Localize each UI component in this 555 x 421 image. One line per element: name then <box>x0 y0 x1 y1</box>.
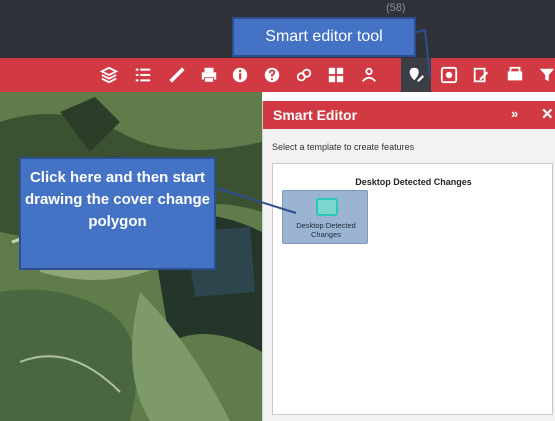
callout-smart-editor-tool: Smart editor tool <box>232 17 416 57</box>
filter-icon[interactable] <box>536 63 555 87</box>
analysis-icon[interactable] <box>358 63 380 87</box>
template-label: Desktop Detected Changes <box>296 221 356 239</box>
collapse-icon[interactable]: » <box>511 106 518 121</box>
smart-editor-icon[interactable] <box>401 58 431 92</box>
ruler-icon[interactable] <box>166 63 188 87</box>
report-icon[interactable] <box>470 63 492 87</box>
print-icon[interactable] <box>198 63 220 87</box>
template-desktop-detected-changes[interactable]: Desktop Detected Changes <box>282 190 368 244</box>
help-icon[interactable] <box>261 63 283 87</box>
smart-editor-panel: Smart Editor » ✕ Select a template to cr… <box>262 101 555 421</box>
widget-toolbar <box>0 58 555 92</box>
print-plus-icon[interactable] <box>504 63 526 87</box>
callout-instruction: Click here and then start drawing the co… <box>19 157 216 270</box>
header-fragment: (58) <box>386 2 406 14</box>
screening-icon[interactable] <box>438 63 460 87</box>
info-icon[interactable] <box>229 63 251 87</box>
close-icon[interactable]: ✕ <box>541 105 554 123</box>
polygon-swatch-icon <box>316 198 338 216</box>
panel-header: Smart Editor » ✕ <box>263 101 555 129</box>
template-picker: Desktop Detected Changes Desktop Detecte… <box>272 163 553 415</box>
template-group-title: Desktop Detected Changes <box>355 177 472 187</box>
layers-icon[interactable] <box>98 63 120 87</box>
panel-title: Smart Editor <box>273 107 358 123</box>
share-icon[interactable] <box>293 63 315 87</box>
widget-grid-icon[interactable] <box>325 63 347 87</box>
template-hint: Select a template to create features <box>272 142 415 152</box>
list-icon[interactable] <box>132 63 154 87</box>
